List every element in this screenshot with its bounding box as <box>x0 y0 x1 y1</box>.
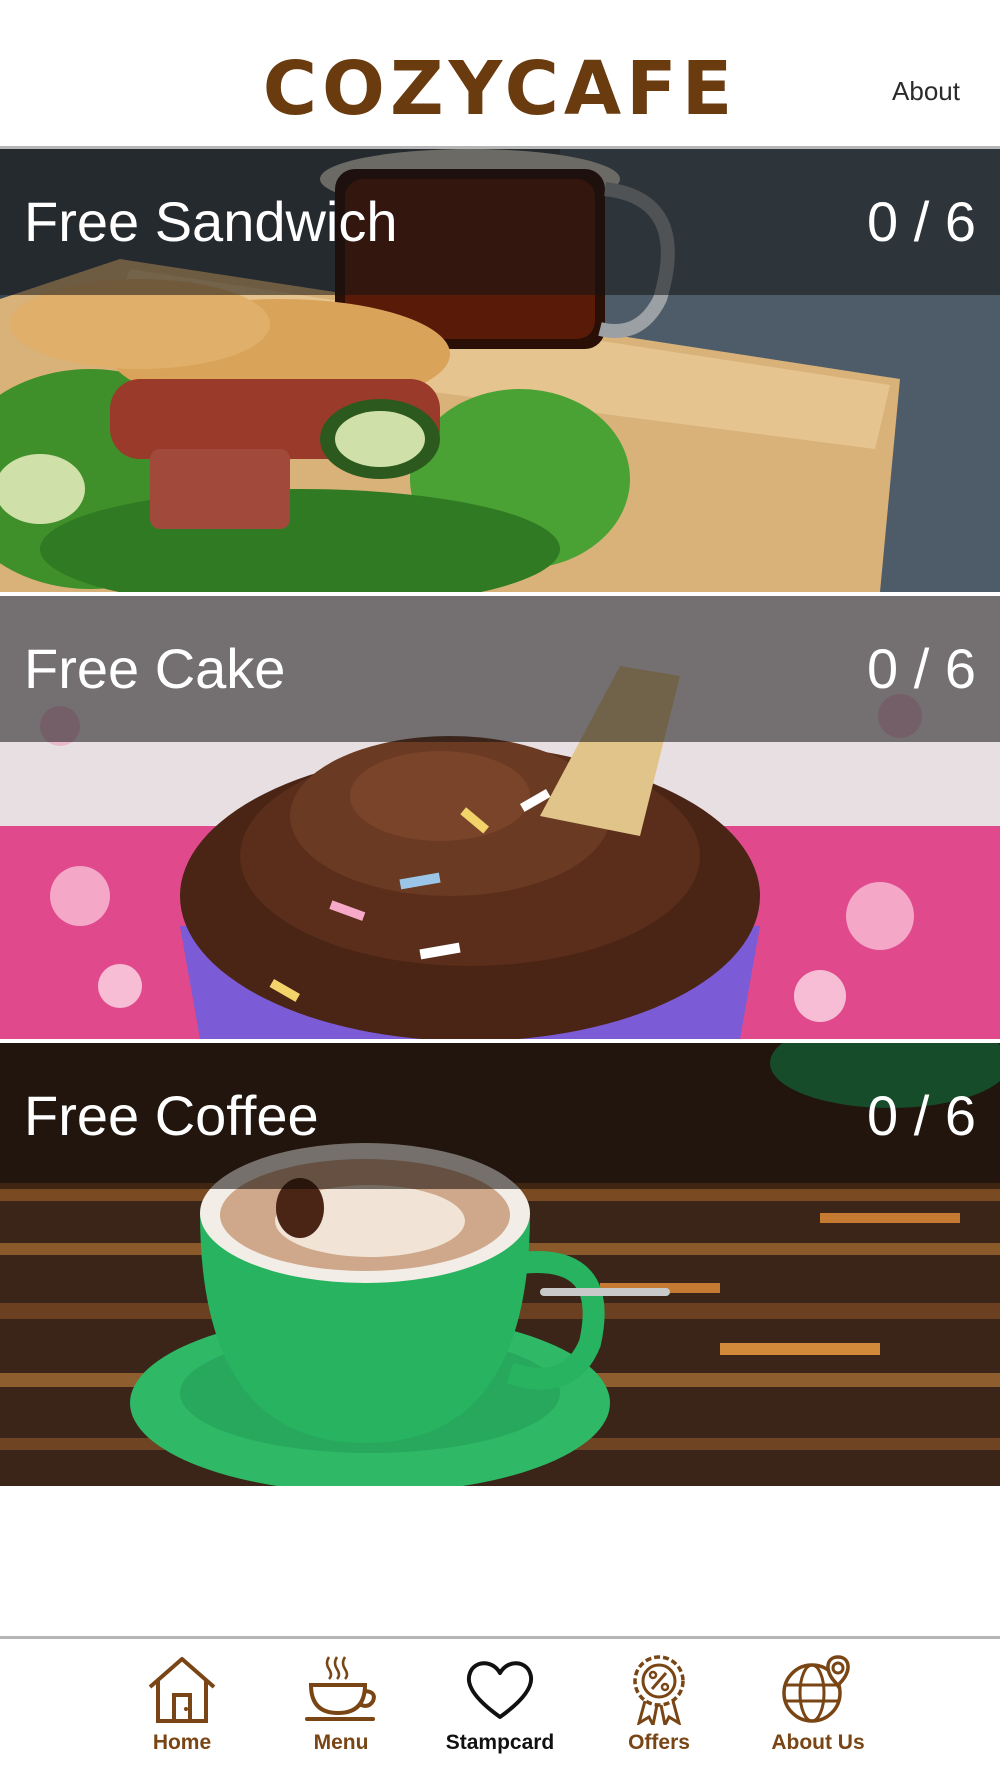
bottom-tab-bar: Home Menu Stampcard Offers About Us <box>0 1636 1000 1781</box>
nav-label: Home <box>152 1731 212 1754</box>
reward-card-sandwich[interactable]: Free Sandwich 0 / 6 <box>0 149 1000 592</box>
reward-title: Free Coffee <box>24 1084 319 1147</box>
reward-title: Free Cake <box>24 637 286 700</box>
heart-icon <box>466 1661 534 1719</box>
cozycafe-logo: COZYCAFE <box>262 46 738 132</box>
stamp-count: 0 / 6 <box>867 637 976 700</box>
reward-title: Free Sandwich <box>24 190 398 253</box>
nav-menu[interactable]: Menu <box>271 1653 411 1773</box>
nav-home[interactable]: Home <box>112 1653 252 1773</box>
home-icon <box>148 1657 216 1723</box>
reward-title-bar: Free Sandwich 0 / 6 <box>0 149 1000 295</box>
coffee-cup-icon <box>305 1656 376 1721</box>
reward-card-cake[interactable]: Free Cake 0 / 6 <box>0 596 1000 1039</box>
reward-card-coffee[interactable]: Free Coffee 0 / 6 <box>0 1043 1000 1486</box>
nav-about-us[interactable]: About Us <box>748 1653 888 1773</box>
stamp-count: 0 / 6 <box>867 1084 976 1147</box>
nav-stampcard[interactable]: Stampcard <box>430 1653 570 1773</box>
nav-label: Stampcard <box>445 1731 555 1754</box>
nav-label: Offers <box>628 1731 690 1754</box>
percent-badge-icon <box>633 1655 685 1725</box>
reward-title-bar: Free Cake 0 / 6 <box>0 596 1000 742</box>
nav-offers[interactable]: Offers <box>589 1653 729 1773</box>
app-header: COZYCAFE About <box>0 0 1000 149</box>
nav-label: Menu <box>313 1731 369 1754</box>
stamp-count: 0 / 6 <box>867 190 976 253</box>
about-link[interactable]: About <box>892 76 960 107</box>
globe-pin-icon <box>782 1655 850 1723</box>
nav-label: About Us <box>771 1731 865 1754</box>
reward-title-bar: Free Coffee 0 / 6 <box>0 1043 1000 1189</box>
